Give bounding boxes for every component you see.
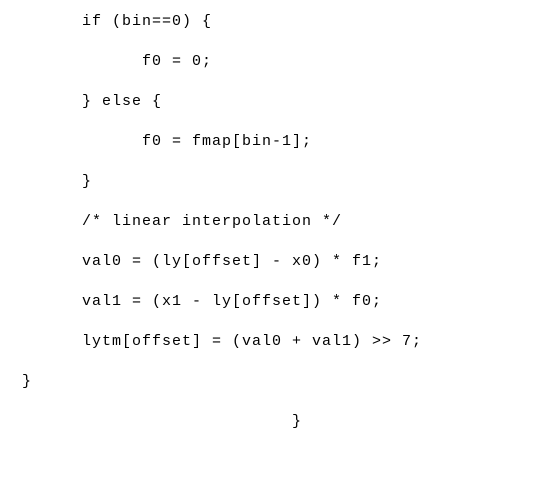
code-line: } else { (10, 94, 539, 109)
code-line: lytm[offset] = (val0 + val1) >> 7; (10, 334, 539, 349)
code-line: } (10, 174, 539, 189)
code-line: val1 = (x1 - ly[offset]) * f0; (10, 294, 539, 309)
code-line: val0 = (ly[offset] - x0) * f1; (10, 254, 539, 269)
code-line: f0 = 0; (10, 54, 539, 69)
code-line: } (10, 374, 539, 389)
code-line: if (bin==0) { (10, 14, 539, 29)
code-line: /* linear interpolation */ (10, 214, 539, 229)
code-block: if (bin==0) { f0 = 0; } else { f0 = fmap… (10, 14, 539, 429)
code-line: } (10, 414, 539, 429)
code-line: f0 = fmap[bin-1]; (10, 134, 539, 149)
